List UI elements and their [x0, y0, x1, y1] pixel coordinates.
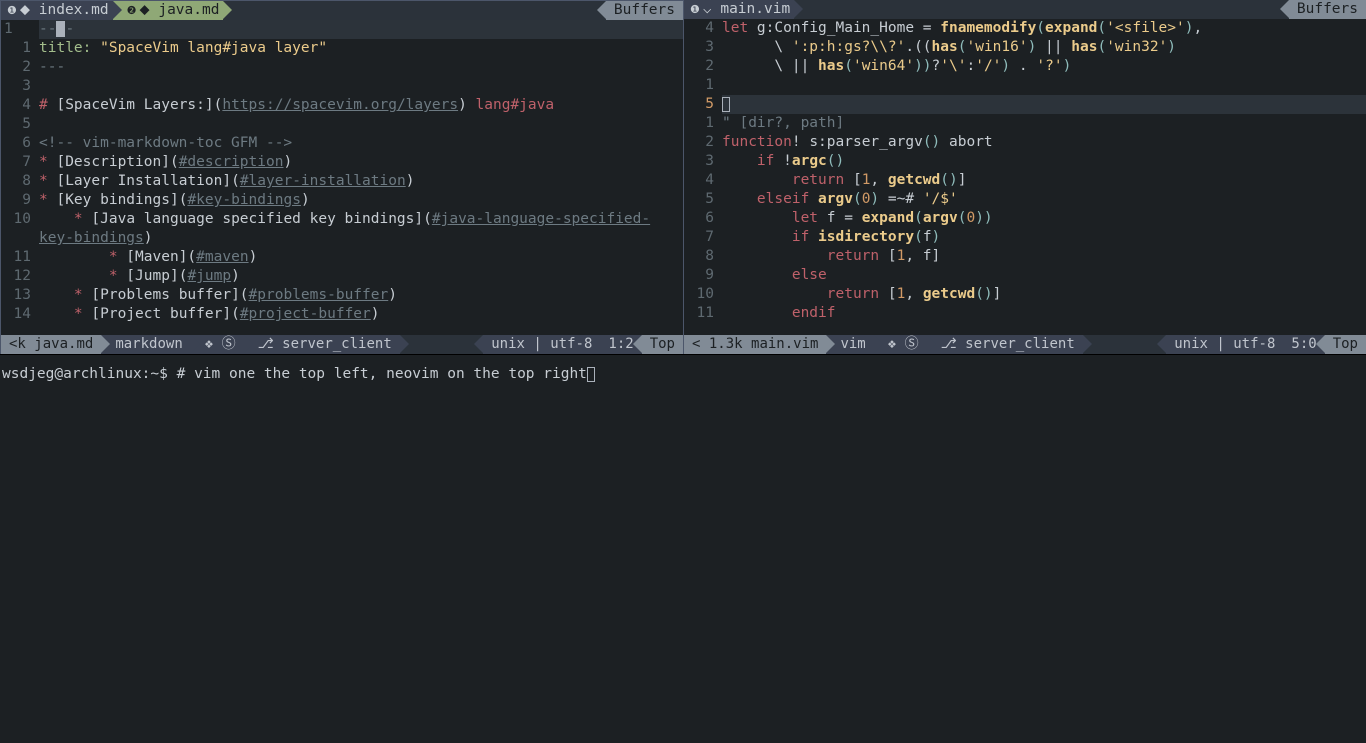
- status-encoding: unix | utf-8: [483, 335, 600, 354]
- line-number: 13: [1, 286, 31, 305]
- line-number: 2: [684, 133, 714, 152]
- right-code[interactable]: let g:Config_Main_Home = fnamemodify(exp…: [720, 19, 1366, 335]
- terminal-line[interactable]: wsdjeg@archlinux:~$ # vim one the top le…: [2, 365, 1364, 384]
- code-line[interactable]: * [Layer Installation](#layer-installati…: [39, 172, 683, 191]
- code-line[interactable]: else: [722, 266, 1366, 285]
- code-line[interactable]: [39, 115, 683, 134]
- status-scroll: Top: [642, 335, 683, 354]
- line-number: 4: [684, 171, 714, 190]
- line-number: 2: [684, 57, 714, 76]
- line-number: 11: [684, 304, 714, 323]
- code-line[interactable]: * [Maven](#maven): [39, 248, 683, 267]
- code-line[interactable]: * [Problems buffer](#problems-buffer): [39, 286, 683, 305]
- line-number: 3: [684, 152, 714, 171]
- code-line[interactable]: * [Key bindings](#key-bindings): [39, 191, 683, 210]
- line-number: 7: [684, 228, 714, 247]
- right-tabbar: ❶ ⌵ main.vim Buffers: [684, 0, 1366, 19]
- status-branch: ⎇ server_client: [927, 335, 1083, 354]
- line-number: 5: [684, 95, 714, 114]
- buffers-indicator[interactable]: Buffers: [606, 1, 683, 20]
- layout: ❶ ⬥ index.md❷ ⬥ java.mdBuffers 123456789…: [0, 0, 1366, 743]
- code-line[interactable]: * [Jump](#jump): [39, 267, 683, 286]
- code-line[interactable]: [722, 76, 1366, 95]
- code-line[interactable]: [722, 95, 1366, 114]
- status-branch: ⎇ server_client: [244, 335, 400, 354]
- code-line[interactable]: return [1, getcwd()]: [722, 171, 1366, 190]
- line-number: 8: [1, 172, 31, 191]
- code-line[interactable]: if !argc(): [722, 152, 1366, 171]
- line-number: 5: [684, 190, 714, 209]
- top-panes: ❶ ⬥ index.md❷ ⬥ java.mdBuffers 123456789…: [0, 0, 1366, 355]
- code-line[interactable]: <!-- vim-markdown-toc GFM -->: [39, 134, 683, 153]
- shell-prompt: wsdjeg@archlinux:~$: [2, 366, 168, 382]
- line-number: 3: [684, 38, 714, 57]
- tab-index-md[interactable]: ❶ ⬥ index.md: [1, 1, 113, 20]
- code-line[interactable]: * [Project buffer](#project-buffer): [39, 305, 683, 324]
- line-number: 1: [1, 39, 31, 58]
- line-number: 9: [684, 266, 714, 285]
- right-editor[interactable]: 432151234567891011 let g:Config_Main_Hom…: [684, 19, 1366, 335]
- line-number: 2: [1, 58, 31, 77]
- left-statusbar: <k java.md markdown ❖ Ⓢ ⎇ server_client …: [1, 335, 683, 354]
- line-number: 4: [684, 19, 714, 38]
- left-code[interactable]: ---title: "SpaceVim lang#java layer"--- #…: [37, 20, 683, 335]
- code-line[interactable]: " [dir?, path]: [722, 114, 1366, 133]
- line-number: 4: [1, 96, 31, 115]
- buffers-indicator[interactable]: Buffers: [1289, 0, 1366, 19]
- terminal[interactable]: wsdjeg@archlinux:~$ # vim one the top le…: [0, 355, 1366, 743]
- line-number: 1: [684, 76, 714, 95]
- tab-main-vim[interactable]: ❶ ⌵ main.vim: [684, 0, 794, 19]
- terminal-cursor: [587, 367, 595, 382]
- code-line[interactable]: ---: [39, 20, 683, 39]
- right-pane: ❶ ⌵ main.vimBuffers 432151234567891011 l…: [684, 0, 1366, 354]
- line-number: 10: [684, 285, 714, 304]
- line-number: 1: [4, 20, 13, 39]
- code-line[interactable]: elseif argv(0) =~# '/$': [722, 190, 1366, 209]
- status-scroll: Top: [1325, 335, 1366, 354]
- code-line[interactable]: title: "SpaceVim lang#java layer": [39, 39, 683, 58]
- code-line[interactable]: let g:Config_Main_Home = fnamemodify(exp…: [722, 19, 1366, 38]
- code-line[interactable]: key-bindings): [39, 229, 683, 248]
- code-line[interactable]: endif: [722, 304, 1366, 323]
- code-line[interactable]: * [Description](#description): [39, 153, 683, 172]
- line-number: [1, 229, 31, 248]
- code-line[interactable]: \ || has('win64'))?'\':'/') . '?'): [722, 57, 1366, 76]
- line-number: 7: [1, 153, 31, 172]
- line-number: 6: [684, 209, 714, 228]
- line-number: 5: [1, 115, 31, 134]
- right-gutter: 432151234567891011: [684, 19, 720, 335]
- line-number: 11: [1, 248, 31, 267]
- right-statusbar: < 1.3k main.vim vim ❖ Ⓢ ⎇ server_client …: [684, 335, 1366, 354]
- code-line[interactable]: [39, 77, 683, 96]
- line-number: 9: [1, 191, 31, 210]
- left-editor[interactable]: 1234567891011121314 ---title: "SpaceVim …: [1, 20, 683, 335]
- shell-command: # vim one the top left, neovim on the to…: [168, 366, 587, 382]
- left-pane: ❶ ⬥ index.md❷ ⬥ java.mdBuffers 123456789…: [0, 0, 684, 354]
- code-line[interactable]: if isdirectory(f): [722, 228, 1366, 247]
- line-number: 10: [1, 210, 31, 229]
- status-size: < 1.3k main.vim: [684, 335, 826, 354]
- tab-java-md[interactable]: ❷ ⬥ java.md: [113, 1, 224, 20]
- left-tabbar: ❶ ⬥ index.md❷ ⬥ java.md Buffers: [1, 1, 683, 20]
- code-line[interactable]: * [Java language specified key bindings]…: [39, 210, 683, 229]
- code-line[interactable]: let f = expand(argv(0)): [722, 209, 1366, 228]
- status-encoding: unix | utf-8: [1166, 335, 1283, 354]
- code-line[interactable]: function! s:parser_argv() abort: [722, 133, 1366, 152]
- line-number: 12: [1, 267, 31, 286]
- code-line[interactable]: return [1, getcwd()]: [722, 285, 1366, 304]
- line-number: 6: [1, 134, 31, 153]
- left-gutter: 1234567891011121314: [1, 20, 37, 335]
- line-number: 14: [1, 305, 31, 324]
- code-line[interactable]: \ ':p:h:gs?\\?'.((has('win16') || has('w…: [722, 38, 1366, 57]
- status-filetype: markdown: [101, 335, 190, 354]
- code-line[interactable]: ---: [39, 58, 683, 77]
- code-line[interactable]: return [1, f]: [722, 247, 1366, 266]
- status-size: <k java.md: [1, 335, 101, 354]
- line-number: 3: [1, 77, 31, 96]
- line-number: 1: [684, 114, 714, 133]
- code-line[interactable]: # [SpaceVim Layers:](https://spacevim.or…: [39, 96, 683, 115]
- line-number: 8: [684, 247, 714, 266]
